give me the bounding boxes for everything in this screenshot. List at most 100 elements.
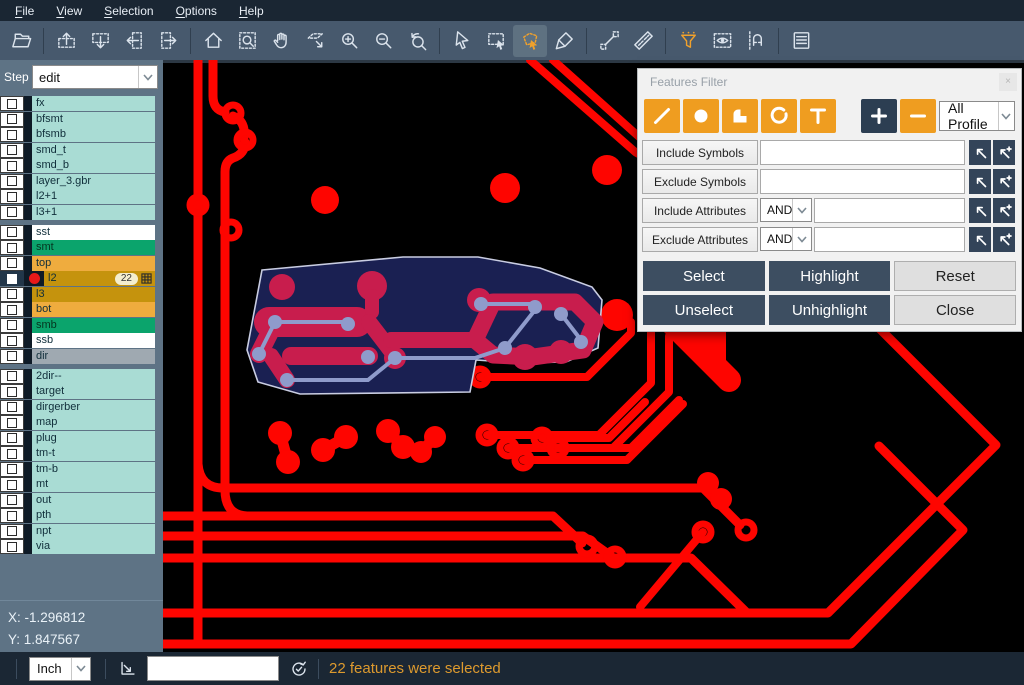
toolbar-zoom-previous-button[interactable] <box>400 25 434 57</box>
include-symbols-button[interactable]: Include Symbols <box>642 140 758 165</box>
layer-row-l3[interactable]: l3 <box>0 287 155 302</box>
layer-name-cell[interactable]: fx <box>32 96 155 111</box>
toolbar-pan-button[interactable] <box>264 25 298 57</box>
layer-checkbox[interactable] <box>0 96 24 111</box>
pick-add-button[interactable] <box>993 140 1015 165</box>
toolbar-clip-down-button[interactable] <box>83 25 117 57</box>
toolbar-filter-button[interactable] <box>671 25 705 57</box>
menu-selection[interactable]: Selection <box>93 2 164 20</box>
filter-shape-pad-button[interactable] <box>683 99 719 133</box>
include-attributes-button[interactable]: Include Attributes <box>642 198 758 223</box>
layer-row-smd_t[interactable]: smd_t <box>0 143 155 158</box>
layer-name-cell[interactable]: smd_b <box>32 158 155 173</box>
toolbar-zoom-in-button[interactable] <box>332 25 366 57</box>
layer-row-out[interactable]: out <box>0 493 155 508</box>
layer-row-tm-t[interactable]: tm-t <box>0 446 155 461</box>
refresh-icon[interactable] <box>288 658 310 680</box>
layer-checkbox[interactable] <box>0 349 24 364</box>
layer-row-bot[interactable]: bot <box>0 302 155 317</box>
layer-row-2dir--[interactable]: 2dir-- <box>0 369 155 384</box>
layer-checkbox[interactable] <box>0 225 24 240</box>
layer-checkbox[interactable] <box>0 384 24 399</box>
exclude-attributes-input[interactable] <box>814 227 965 252</box>
pick-add-button[interactable] <box>993 227 1015 252</box>
layer-row-top[interactable]: top <box>0 256 155 271</box>
layer-checkbox[interactable] <box>0 415 24 430</box>
layer-checkbox[interactable] <box>0 287 24 302</box>
layer-checkbox[interactable] <box>0 508 24 523</box>
layer-checkbox[interactable] <box>0 205 24 220</box>
unselect-button[interactable]: Unselect <box>643 295 765 325</box>
layer-checkbox[interactable] <box>0 369 24 384</box>
layer-name-cell[interactable]: tm-t <box>32 446 155 461</box>
toolbar-zoom-window-button[interactable] <box>230 25 264 57</box>
layer-checkbox[interactable] <box>0 493 24 508</box>
exclude-symbols-input[interactable] <box>760 169 965 194</box>
pick-from-screen-button[interactable] <box>969 198 991 223</box>
layer-row-bfsmt[interactable]: bfsmt <box>0 112 155 127</box>
layer-row-l2[interactable]: l222 <box>0 271 155 286</box>
layer-name-cell[interactable]: npt <box>32 524 155 539</box>
toolbar-clip-up-button[interactable] <box>49 25 83 57</box>
toolbar-home-button[interactable] <box>196 25 230 57</box>
layer-checkbox[interactable] <box>0 143 24 158</box>
filter-shape-text-button[interactable] <box>800 99 836 133</box>
include-symbols-input[interactable] <box>760 140 965 165</box>
layer-name-cell[interactable]: smt <box>32 240 155 255</box>
toolbar-select-pointer-button[interactable] <box>445 25 479 57</box>
layer-name-cell[interactable]: plug <box>32 431 155 446</box>
layer-row-target[interactable]: target <box>0 384 155 399</box>
layer-checkbox[interactable] <box>0 446 24 461</box>
layer-name-cell[interactable]: l3+1 <box>32 205 155 220</box>
layer-name-cell[interactable]: target <box>32 384 155 399</box>
operator-select[interactable]: AND <box>760 198 812 222</box>
layer-row-via[interactable]: via <box>0 539 155 554</box>
toolbar-zoom-out-button[interactable] <box>366 25 400 57</box>
step-select[interactable]: edit <box>32 65 158 89</box>
pick-from-screen-button[interactable] <box>969 169 991 194</box>
layer-row-smt[interactable]: smt <box>0 240 155 255</box>
pick-add-button[interactable] <box>993 198 1015 223</box>
layer-row-plug[interactable]: plug <box>0 431 155 446</box>
layer-row-sst[interactable]: sst <box>0 225 155 240</box>
toolbar-select-polygon-button[interactable] <box>513 25 547 57</box>
layer-name-cell[interactable]: tm-b <box>32 462 155 477</box>
filter-shape-line-button[interactable] <box>644 99 680 133</box>
layer-name-cell[interactable]: map <box>32 415 155 430</box>
toolbar-measure-line-button[interactable] <box>592 25 626 57</box>
layer-name-cell[interactable]: 2dir-- <box>32 369 155 384</box>
toolbar-clip-right-button[interactable] <box>151 25 185 57</box>
toolbar-clip-left-button[interactable] <box>117 25 151 57</box>
layer-row-fx[interactable]: fx <box>0 96 155 111</box>
layer-row-dirgerber[interactable]: dirgerber <box>0 400 155 415</box>
layer-checkbox[interactable] <box>0 477 24 492</box>
toolbar-open-button[interactable] <box>4 25 38 57</box>
units-select[interactable]: Inch <box>29 657 91 681</box>
close-icon[interactable]: × <box>999 73 1017 91</box>
filter-add-mode-button[interactable] <box>861 99 897 133</box>
layer-checkbox[interactable] <box>0 189 24 204</box>
layer-name-cell[interactable]: via <box>32 539 155 554</box>
layer-name-cell[interactable]: dirgerber <box>32 400 155 415</box>
layer-checkbox[interactable] <box>0 302 24 317</box>
layer-checkbox[interactable] <box>0 462 24 477</box>
layer-row-dir[interactable]: dir <box>0 349 155 364</box>
toolbar-select-brush-button[interactable] <box>547 25 581 57</box>
toolbar-layers-panel-button[interactable] <box>784 25 818 57</box>
profile-select[interactable]: All Profile <box>939 101 1015 131</box>
layer-row-npt[interactable]: npt <box>0 524 155 539</box>
layer-row-l3+1[interactable]: l3+1 <box>0 205 155 220</box>
reset-button[interactable]: Reset <box>894 261 1016 291</box>
layer-checkbox[interactable] <box>0 333 24 348</box>
toolbar-ruler-button[interactable] <box>626 25 660 57</box>
layer-checkbox[interactable] <box>0 240 24 255</box>
toolbar-select-rect-button[interactable] <box>479 25 513 57</box>
menu-file[interactable]: File <box>4 2 45 20</box>
toolbar-snap-button[interactable] <box>739 25 773 57</box>
highlight-button[interactable]: Highlight <box>769 261 891 291</box>
pick-from-screen-button[interactable] <box>969 140 991 165</box>
layer-name-cell[interactable]: l222 <box>44 271 155 286</box>
filter-shape-arc-button[interactable] <box>761 99 797 133</box>
layer-row-mt[interactable]: mt <box>0 477 155 492</box>
grid-icon[interactable] <box>141 273 155 284</box>
